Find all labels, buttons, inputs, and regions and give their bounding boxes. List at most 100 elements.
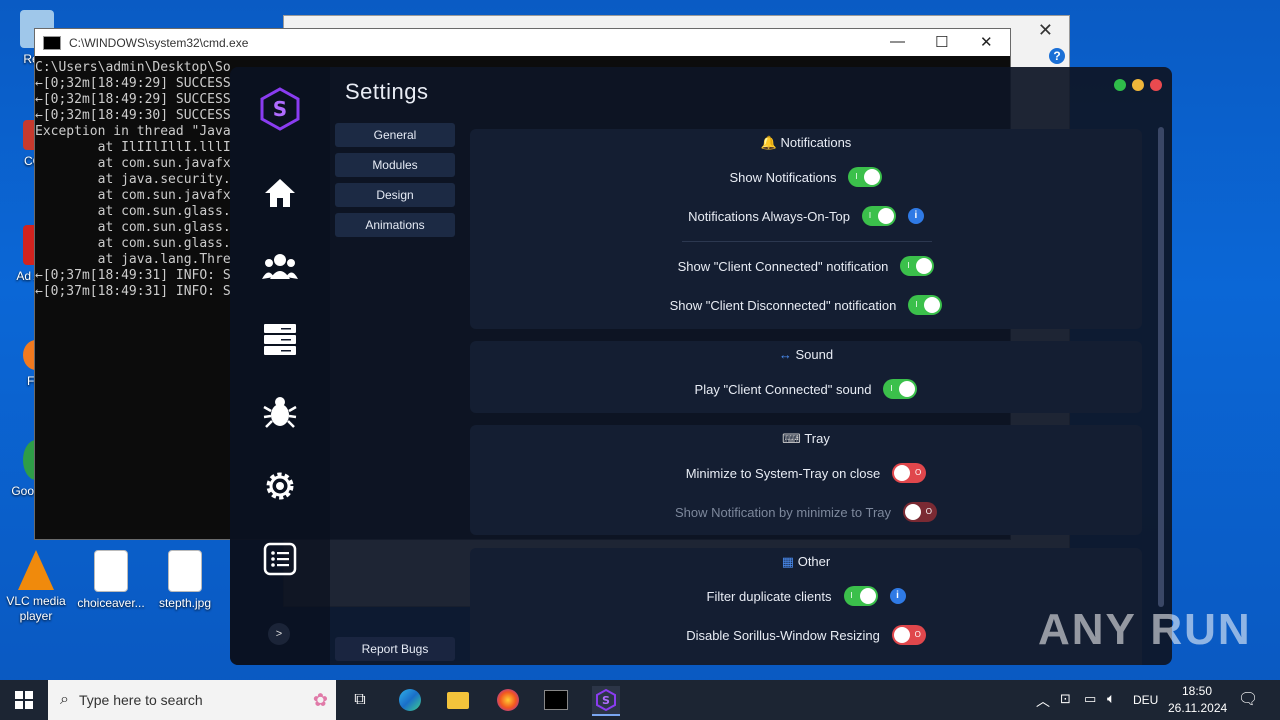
section-title: Notifications	[780, 135, 852, 150]
taskbar-search[interactable]: ⌕ Type here to search ✿	[48, 680, 336, 720]
notifications-on-top-toggle[interactable]: I	[861, 206, 896, 226]
gear-icon	[266, 472, 294, 500]
clock-time[interactable]: 18:50	[1182, 684, 1212, 698]
setting-row: Play "Client Connected" sound I	[470, 379, 1142, 399]
sorillus-settings-window: S > Settings General Modules Design Anim…	[230, 67, 1172, 665]
keyboard-icon: ⌨	[782, 431, 801, 446]
file-explorer-icon[interactable]	[444, 686, 472, 714]
desktop-icon-choiceaver[interactable]: choiceaver...	[76, 550, 146, 611]
client-disconnected-notification-toggle[interactable]: I	[908, 295, 943, 315]
maximize-button[interactable]	[1114, 79, 1126, 91]
cmd-taskbar-icon[interactable]	[542, 686, 570, 714]
sidebar: S >	[230, 67, 330, 665]
task-view-button[interactable]: ⧉	[346, 686, 374, 714]
sidebar-expand-button[interactable]: >	[268, 623, 290, 645]
setting-row: Minimize to System-Tray on close O	[470, 463, 1142, 483]
sound-card: ↔ Sound Play "Client Connected" sound I	[470, 341, 1142, 413]
desktop-icon-vlc[interactable]: VLC media player	[1, 550, 71, 624]
window-controls	[1114, 79, 1162, 91]
cmd-icon	[43, 35, 61, 50]
app-logo-icon: S	[596, 689, 616, 711]
cmd-titlebar[interactable]: C:\WINDOWS\system32\cmd.exe — ☐ ✕	[35, 29, 1010, 56]
language-indicator[interactable]: DEU	[1133, 693, 1158, 707]
server-icon	[264, 324, 296, 355]
info-icon[interactable]: i	[907, 208, 924, 224]
anyrun-watermark: ANY RUN	[1038, 605, 1252, 654]
notifications-card: 🔔 Notifications Show Notifications I Not…	[470, 129, 1142, 329]
subnav-design[interactable]: Design	[335, 183, 455, 207]
client-connected-sound-toggle[interactable]: I	[883, 379, 918, 399]
setting-row: Filter duplicate clients I i	[470, 586, 1142, 606]
setting-label: Minimize to System-Tray on close	[685, 465, 881, 481]
list-icon	[263, 542, 297, 576]
setting-row: Show Notifications I	[470, 167, 1142, 187]
minimize-button[interactable]	[1132, 79, 1144, 91]
firefox-icon[interactable]	[494, 686, 522, 714]
setting-row: Show "Client Disconnected" notification …	[470, 295, 1142, 315]
settings-subnav: General Modules Design Animations Report…	[330, 117, 460, 665]
app-logo-icon: S	[260, 87, 300, 131]
section-title: Tray	[804, 431, 830, 446]
subnav-animations[interactable]: Animations	[335, 213, 455, 237]
nav-servers[interactable]	[258, 318, 302, 362]
setting-row: Notifications Always-On-Top I i	[470, 206, 1142, 226]
close-button[interactable]	[1150, 79, 1162, 91]
setting-label: Disable Sorillus-Window Resizing	[686, 627, 880, 643]
show-notifications-toggle[interactable]: I	[848, 167, 883, 187]
settings-content: 🔔 Notifications Show Notifications I Not…	[470, 127, 1160, 665]
filter-duplicate-clients-toggle[interactable]: I	[843, 586, 878, 606]
minimize-to-tray-toggle[interactable]: O	[892, 463, 927, 483]
tray-notification-toggle[interactable]: O	[903, 502, 938, 522]
help-icon[interactable]: ?	[1049, 48, 1065, 64]
minimize-icon[interactable]: —	[890, 33, 905, 50]
desktop-icon-stepth[interactable]: stepth.jpg	[150, 550, 220, 611]
grid-icon: ▦	[781, 554, 795, 569]
setting-label: Show "Client Connected" notification	[677, 258, 889, 274]
start-button[interactable]	[10, 686, 38, 714]
desktop-icon-label: VLC media player	[6, 594, 66, 623]
close-icon[interactable]: ✕	[980, 33, 993, 51]
svg-text:S: S	[602, 694, 610, 707]
nav-logs[interactable]	[258, 537, 302, 581]
subnav-general[interactable]: General	[335, 123, 455, 147]
scrollbar[interactable]	[1158, 127, 1164, 607]
image-file-icon	[168, 550, 202, 592]
divider	[682, 241, 932, 242]
clock-date[interactable]: 26.11.2024	[1168, 701, 1227, 715]
maximize-icon[interactable]: ☐	[935, 33, 948, 51]
search-icon: ⌕	[60, 691, 69, 708]
edge-icon[interactable]	[396, 686, 424, 714]
speaker-icon: ↔	[778, 347, 792, 362]
tray-chevron-icon[interactable]: ︿	[1036, 691, 1050, 711]
setting-label: Show "Client Disconnected" notification	[669, 297, 897, 313]
setting-label: Play "Client Connected" sound	[694, 381, 872, 397]
nav-debug[interactable]	[258, 390, 302, 434]
nav-settings[interactable]	[258, 464, 302, 508]
page-title: Settings	[345, 79, 429, 104]
notification-icon[interactable]: 🗨︎	[1238, 689, 1258, 709]
sorillus-taskbar-icon[interactable]: S	[592, 686, 620, 716]
section-title: Other	[797, 554, 831, 569]
vlc-cone-icon	[18, 550, 54, 590]
setting-row: Show Notification by minimize to Tray O	[470, 502, 1142, 522]
image-file-icon	[94, 550, 128, 592]
report-bugs-button[interactable]: Report Bugs	[335, 637, 455, 661]
home-icon	[265, 179, 295, 207]
nav-home[interactable]	[258, 171, 302, 215]
section-header: 🔔 Notifications	[470, 135, 1142, 151]
subnav-modules[interactable]: Modules	[335, 153, 455, 177]
client-connected-notification-toggle[interactable]: I	[900, 256, 935, 276]
info-icon[interactable]: i	[889, 588, 906, 604]
volume-icon[interactable]: 🔈︎	[1107, 690, 1115, 707]
setting-label: Show Notification by minimize to Tray	[674, 504, 892, 520]
taskbar: ⌕ Type here to search ✿ ⧉ S ︿ ⊡ ▭ 🔈︎ DEU…	[0, 680, 1280, 720]
search-placeholder: Type here to search	[78, 692, 203, 708]
tray-card: ⌨ Tray Minimize to System-Tray on close …	[470, 425, 1142, 535]
section-header: ▦ Other	[470, 554, 1142, 570]
nav-clients[interactable]	[258, 244, 302, 288]
disable-window-resizing-toggle[interactable]: O	[891, 625, 926, 645]
lotus-icon: ✿	[312, 689, 328, 710]
close-icon[interactable]: ✕	[1038, 20, 1053, 41]
monitor-icon[interactable]: ▭	[1084, 691, 1096, 707]
network-icon[interactable]: ⊡	[1060, 691, 1071, 707]
